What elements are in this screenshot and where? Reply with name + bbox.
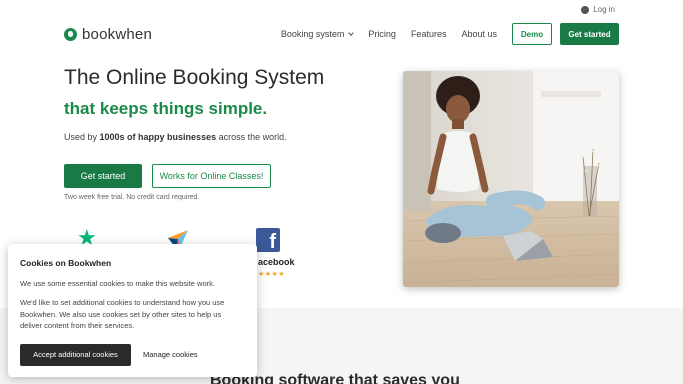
hero-desc-prefix: Used by <box>64 132 100 142</box>
hero-desc-suffix: across the world. <box>216 132 287 142</box>
bookwhen-logo-icon <box>64 28 77 41</box>
facebook-icon[interactable]: f <box>256 228 280 252</box>
hero-desc-bold: 1000s of happy businesses <box>99 132 217 142</box>
hero-subtitle: that keeps things simple. <box>64 99 268 118</box>
user-icon <box>581 5 590 14</box>
nav-about-us[interactable]: About us <box>461 29 497 39</box>
nav-pricing-label: Pricing <box>368 29 396 39</box>
hero-image-meditation <box>403 71 619 287</box>
trial-note: Two week free trial. No credit card requ… <box>64 194 200 201</box>
login-link[interactable]: Log in <box>581 5 615 14</box>
nav-booking-system-label: Booking system <box>280 29 345 39</box>
online-classes-button[interactable]: Works for Online Classes! <box>152 164 271 188</box>
hero-description: Used by 1000s of happy businesses across… <box>64 132 287 142</box>
facebook-label: acebook <box>258 257 295 267</box>
cookie-additional-text: We'd like to set additional cookies to u… <box>20 298 225 330</box>
chevron-down-icon <box>348 29 355 36</box>
nav-pricing[interactable]: Pricing <box>368 29 396 39</box>
cookie-title: Cookies on Bookwhen <box>20 258 112 268</box>
meditation-illustration <box>403 71 619 287</box>
nav-features[interactable]: Features <box>411 29 447 39</box>
nav-features-label: Features <box>410 29 447 39</box>
main-nav: Booking system Pricing Features About us… <box>281 23 619 45</box>
cookie-banner: Cookies on Bookwhen We use some essentia… <box>8 244 257 377</box>
nav-get-started-button[interactable]: Get started <box>560 23 619 45</box>
manage-cookies-link[interactable]: Manage cookies <box>143 350 198 359</box>
hero-get-started-button[interactable]: Get started <box>64 164 142 188</box>
accept-cookies-button[interactable]: Accept additional cookies <box>20 343 131 366</box>
nav-about-us-label: About us <box>461 29 497 39</box>
cookie-actions: Accept additional cookies Manage cookies <box>20 343 245 366</box>
hero-title: The Online Booking System <box>64 66 325 89</box>
demo-button[interactable]: Demo <box>512 23 552 45</box>
facebook-stars: ★★★★ <box>258 271 286 278</box>
cookie-essential-text: We use some essential cookies to make th… <box>20 279 215 288</box>
nav-booking-system[interactable]: Booking system <box>280 29 355 39</box>
bookwhen-logo[interactable]: bookwhen <box>64 26 152 43</box>
login-label: Log in <box>593 5 615 14</box>
logo-text: bookwhen <box>82 26 152 43</box>
